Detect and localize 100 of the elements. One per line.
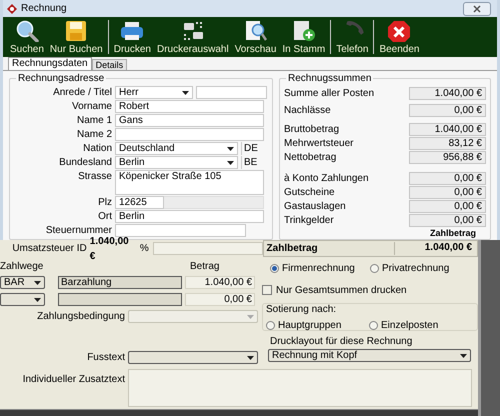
field-label: Drucklayout für diese Rechnung [269, 336, 412, 347]
amount-field[interactable]: 1.040,00 € [185, 276, 255, 289]
dropdown[interactable]: Herr [115, 86, 193, 99]
input-field[interactable]: Barzahlung [58, 276, 182, 289]
column-header: Betrag [190, 260, 220, 274]
total-value: 1.040,00 € [394, 242, 474, 255]
amount-text: 1.040,00 € [90, 234, 130, 264]
dropdown[interactable]: Berlin [115, 156, 238, 169]
input-field[interactable]: Gans [115, 114, 264, 127]
total-label: à Konto Zahlungen [284, 172, 370, 186]
country-code: BE [241, 156, 265, 169]
field-label: Zahlungsbedingung [36, 310, 125, 324]
section-title: Zahlwege [0, 260, 44, 274]
close-icon [387, 20, 412, 42]
total-label: Gutscheine [284, 186, 336, 200]
toolbar-button[interactable]: Beenden [376, 17, 422, 57]
total-value: 0,00 € [409, 172, 486, 184]
total-label: Trinkgelder [284, 214, 335, 228]
field-label: Steuernummer [44, 224, 112, 237]
total-value: 1.040,00 € [409, 122, 486, 136]
percent-sign: % [140, 242, 149, 256]
caret-icon [182, 90, 189, 94]
total-value: 1.040,00 € [409, 86, 486, 100]
field-label: Name 1 [76, 114, 112, 127]
total-label: Zahlbetrag [266, 242, 318, 256]
radio-label: Privatrechnung [382, 262, 450, 276]
input-field[interactable]: Berlin [115, 210, 264, 223]
dropdown[interactable]: Deutschland [115, 142, 238, 155]
total-label: Mehrwertsteuer [284, 136, 354, 150]
dropdown-value: BAR [4, 277, 25, 288]
amount-field[interactable]: 0,00 € [185, 293, 255, 306]
field-label: Fusstext [86, 351, 125, 365]
total-label: Summe aller Posten [284, 86, 376, 100]
dropdown-value: Berlin [119, 157, 145, 168]
text-area[interactable] [128, 369, 472, 407]
total-value: 0,00 € [409, 200, 486, 212]
dropdown[interactable]: BAR [0, 276, 45, 289]
total-label: Nettobetrag [284, 150, 338, 164]
checkbox[interactable]: Nur Gesamtsummen drucken [262, 284, 407, 296]
tab[interactable]: Rechnungsdaten [8, 57, 92, 70]
field-label: Ort [97, 210, 112, 223]
close-icon [473, 4, 481, 12]
field-label: Strasse [77, 170, 112, 183]
total-value: 0,00 € [409, 104, 486, 116]
dropdown[interactable] [128, 351, 258, 364]
field-label: Nation [82, 142, 112, 155]
radio-label: Einzelposten [381, 319, 438, 333]
caret-icon [460, 354, 467, 358]
group-title: Rechnugssummen [287, 73, 372, 84]
caret-icon [34, 280, 41, 284]
caret-icon [247, 314, 254, 318]
checkbox-label: Nur Gesamtsummen drucken [276, 284, 407, 298]
field-label: Umsatzsteuer ID [11, 242, 88, 256]
country-code: DE [241, 142, 265, 155]
toolbar-button[interactable]: Druckerauswahl [154, 17, 232, 57]
app-icon [7, 4, 17, 14]
total-value: 0,00 € [409, 214, 486, 226]
toolbar-button[interactable]: Drucken [110, 17, 154, 57]
dropdown-value: Herr [119, 87, 138, 98]
radio-button[interactable]: Hauptgruppen [266, 318, 369, 333]
input-field[interactable] [58, 293, 182, 306]
toolbar-button[interactable]: Nur Buchen [46, 17, 106, 57]
total-label: Zahlbetrag [428, 228, 477, 238]
dropdown-value: Deutschland [119, 143, 175, 154]
dropdown[interactable] [0, 293, 45, 306]
input-field[interactable]: Köpenicker Straße 105 [115, 170, 264, 195]
total-label: Nachlässe [284, 104, 332, 118]
toolbar-button[interactable]: Suchen [7, 17, 47, 57]
group-title: Sotierung nach: [266, 304, 336, 315]
input-field[interactable]: 12625 [115, 196, 164, 209]
dropdown[interactable]: Rechnung mit Kopf [268, 349, 471, 362]
field-label: Name 2 [76, 128, 112, 141]
field-label: Bundesland [58, 156, 112, 169]
toolbar-button[interactable]: In Stamm [279, 17, 328, 57]
toolbar-button[interactable]: Telefon [333, 17, 372, 57]
field-label: Plz [97, 196, 112, 209]
total-value: 956,88 € [409, 150, 486, 164]
magnifier-icon [14, 20, 39, 42]
caret-icon [227, 146, 234, 150]
total-value: 0,00 € [409, 186, 486, 198]
total-label: Gastauslagen [284, 200, 347, 214]
document-magnifier-icon [244, 20, 268, 42]
radio-button[interactable]: Privatrechnung [370, 260, 470, 276]
radio-label: Firmenrechnung [282, 262, 355, 276]
field-label: Vorname [70, 100, 112, 113]
tab[interactable]: Details [92, 59, 128, 70]
field-label: Individueller Zusatztext [22, 373, 125, 387]
field-label: Anrede / Titel [52, 86, 112, 99]
caret-icon [227, 160, 234, 164]
window-title: Rechnung [21, 2, 67, 16]
caret-icon [34, 298, 41, 302]
document-plus-icon [292, 20, 316, 42]
toolbar-button[interactable]: Vorschau [232, 17, 280, 57]
radio-button[interactable]: Firmenrechnung [270, 260, 370, 276]
dropdown-value: Rechnung mit Kopf [272, 350, 358, 361]
total-label: Bruttobetrag [284, 122, 340, 136]
total-value: 83,12 € [409, 136, 486, 150]
input-field[interactable]: Robert [115, 100, 264, 113]
radio-button[interactable]: Einzelposten [369, 318, 472, 333]
close-button[interactable] [463, 2, 491, 16]
